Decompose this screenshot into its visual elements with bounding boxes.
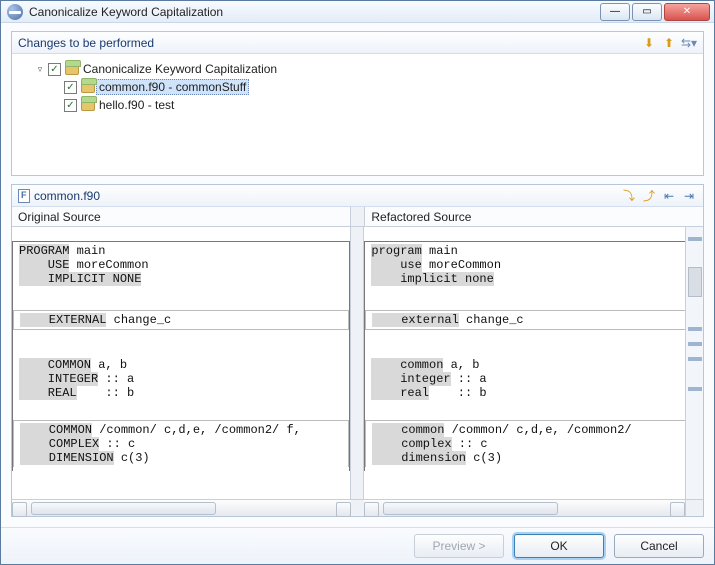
- dialog-content: Changes to be performed ⬇ ⬆ ⇆▾ ▿ ✓ Canon…: [1, 23, 714, 527]
- close-button[interactable]: ✕: [664, 3, 710, 21]
- changes-panel-header: Changes to be performed ⬇ ⬆ ⇆▾: [12, 32, 703, 54]
- eclipse-icon: [7, 4, 23, 20]
- file-change-icon: [81, 99, 95, 111]
- changes-panel-title: Changes to be performed: [18, 36, 641, 50]
- tree-root[interactable]: ▿ ✓ Canonicalize Keyword Capitalization: [16, 60, 699, 78]
- tree-checkbox[interactable]: ✓: [48, 63, 61, 76]
- next-diff-icon[interactable]: ⤵: [621, 188, 637, 204]
- file-change-icon: [81, 81, 95, 93]
- compare-panel: common.f90 ⤵ ⤴ ⇤ ⇥ Original Source Refac…: [11, 184, 704, 517]
- prev-diff-icon[interactable]: ⤴: [641, 188, 657, 204]
- filter-icon[interactable]: ⇆▾: [681, 35, 697, 51]
- original-source-pane[interactable]: PROGRAM main USE moreCommon IMPLICIT NON…: [12, 227, 351, 499]
- titlebar: Canonicalize Keyword Capitalization — ▭ …: [1, 1, 714, 23]
- minimize-button[interactable]: —: [600, 3, 630, 21]
- overview-ruler[interactable]: [685, 227, 703, 499]
- refactored-source-header: Refactored Source: [364, 207, 703, 227]
- ok-button[interactable]: OK: [514, 534, 604, 558]
- arrow-up-icon[interactable]: ⬆: [661, 35, 677, 51]
- fortran-file-icon: [18, 189, 30, 203]
- arrow-down-icon[interactable]: ⬇: [641, 35, 657, 51]
- tree-checkbox[interactable]: ✓: [64, 81, 77, 94]
- compare-gutter: [351, 207, 365, 227]
- tree-item-label: hello.f90 - test: [99, 98, 174, 112]
- copy-right-icon[interactable]: ⇥: [681, 188, 697, 204]
- window-controls: — ▭ ✕: [600, 3, 710, 21]
- tree-item-hello[interactable]: ✓ hello.f90 - test: [16, 96, 699, 114]
- tree-root-label: Canonicalize Keyword Capitalization: [83, 62, 277, 76]
- copy-left-icon[interactable]: ⇤: [661, 188, 677, 204]
- compare-file-label: common.f90: [34, 189, 621, 203]
- changes-panel: Changes to be performed ⬇ ⬆ ⇆▾ ▿ ✓ Canon…: [11, 31, 704, 176]
- change-group-icon: [65, 63, 79, 75]
- compare-panel-header: common.f90 ⤵ ⤴ ⇤ ⇥: [12, 185, 703, 207]
- tree-item-common[interactable]: ✓ common.f90 - commonStuff: [16, 78, 699, 96]
- compare-link-gutter: [351, 227, 365, 499]
- preview-button[interactable]: Preview >: [414, 534, 504, 558]
- left-horizontal-scrollbar[interactable]: [12, 499, 351, 516]
- tree-checkbox[interactable]: ✓: [64, 99, 77, 112]
- tree-item-label: common.f90 - commonStuff: [96, 79, 249, 95]
- changes-tree[interactable]: ▿ ✓ Canonicalize Keyword Capitalization …: [12, 54, 703, 175]
- refactored-source-pane[interactable]: program main use moreCommon implicit non…: [364, 227, 685, 499]
- original-source-header: Original Source: [12, 207, 351, 227]
- dialog-window: Canonicalize Keyword Capitalization — ▭ …: [0, 0, 715, 565]
- right-horizontal-scrollbar[interactable]: [364, 499, 685, 516]
- compare-column-headers: Original Source Refactored Source: [12, 207, 703, 227]
- button-bar: Preview > OK Cancel: [1, 527, 714, 564]
- window-title: Canonicalize Keyword Capitalization: [29, 5, 600, 19]
- expand-caret-icon[interactable]: ▿: [34, 63, 46, 75]
- maximize-button[interactable]: ▭: [632, 3, 662, 21]
- cancel-button[interactable]: Cancel: [614, 534, 704, 558]
